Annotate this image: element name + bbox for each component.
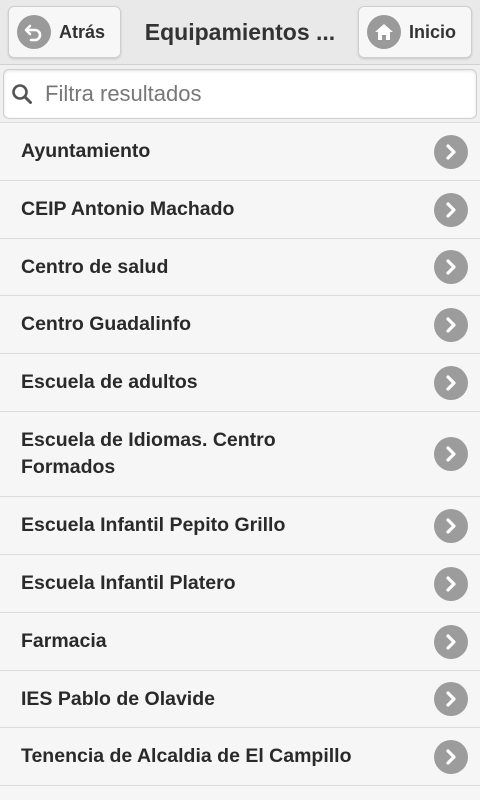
list-item-label: Escuela de adultos: [21, 371, 198, 393]
list-item-label: Ayuntamiento: [21, 140, 151, 162]
list-item-label: Escuela Infantil Platero: [21, 572, 236, 594]
list-item-label: IES Pablo de Olavide: [21, 687, 215, 710]
chevron-right-icon: [434, 566, 468, 601]
chevron-right-icon: [434, 192, 468, 227]
home-icon: [367, 15, 401, 49]
list-item-ceip-antonio-machado[interactable]: CEIP Antonio Machado: [0, 181, 480, 239]
list-item-label: Centro Guadalinfo: [21, 313, 192, 335]
chevron-right-icon: [434, 307, 468, 342]
chevron-right-icon: [434, 739, 468, 774]
page-title: Equipamientos ...: [144, 18, 336, 45]
back-arrow-icon: [17, 15, 51, 49]
list-item-label: Escuela Infantil Pepito Grillo: [21, 514, 286, 536]
search-icon: [12, 84, 32, 104]
chevron-right-icon: [434, 134, 468, 169]
list-item-label: Escuela de Idiomas. Centro Formados: [21, 429, 276, 478]
home-button-label: Inicio: [409, 21, 457, 42]
list-item-ies-pablo-de-olavide[interactable]: IES Pablo de Olavide: [0, 671, 480, 728]
search-bar: [0, 65, 480, 123]
list-item-label: Centro de salud: [21, 255, 169, 278]
list-item-farmacia[interactable]: Farmacia: [0, 613, 480, 671]
results-list: Ayuntamiento CEIP Antonio Machado Centro…: [0, 123, 480, 786]
list-item-label: Farmacia: [21, 630, 107, 652]
chevron-right-icon: [434, 508, 468, 543]
back-button-label: Atrás: [59, 21, 106, 42]
search-box[interactable]: [3, 69, 477, 119]
chevron-right-icon: [434, 365, 468, 400]
list-item-label: Tenencia de Alcaldia de El Campillo: [21, 745, 352, 767]
list-item-escuela-infantil-pepito-grillo[interactable]: Escuela Infantil Pepito Grillo: [0, 497, 480, 555]
list-item-ayuntamiento[interactable]: Ayuntamiento: [0, 123, 480, 181]
home-button[interactable]: Inicio: [358, 6, 472, 58]
header-bar: Atrás Equipamientos ... Inicio: [0, 0, 480, 65]
chevron-right-icon: [434, 624, 468, 659]
list-item-tenencia-de-alcaldia[interactable]: Tenencia de Alcaldia de El Campillo: [0, 728, 480, 786]
list-item-centro-guadalinfo[interactable]: Centro Guadalinfo: [0, 296, 480, 354]
list-item-centro-de-salud[interactable]: Centro de salud: [0, 239, 480, 296]
back-button[interactable]: Atrás: [8, 6, 121, 58]
list-item-escuela-de-adultos[interactable]: Escuela de adultos: [0, 354, 480, 412]
list-item-escuela-infantil-platero[interactable]: Escuela Infantil Platero: [0, 555, 480, 613]
list-item-label: CEIP Antonio Machado: [21, 198, 235, 220]
chevron-right-icon: [434, 250, 468, 284]
chevron-right-icon: [434, 437, 468, 471]
list-item-escuela-de-idiomas[interactable]: Escuela de Idiomas. Centro Formados: [0, 412, 480, 497]
chevron-right-icon: [434, 682, 468, 716]
search-input[interactable]: [45, 81, 425, 107]
